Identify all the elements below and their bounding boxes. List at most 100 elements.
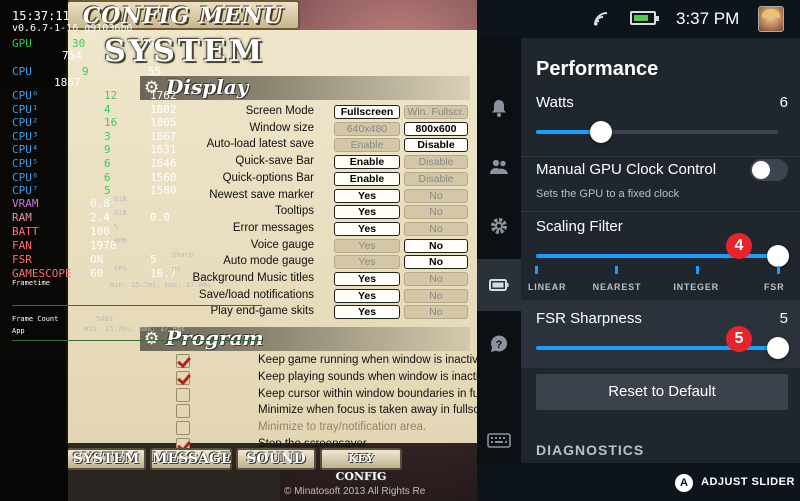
option-label: Window size <box>249 121 314 134</box>
display-option-row: Screen Mode Fullscreen Win. Fullscr. <box>160 104 477 120</box>
option-label: Quick-options Bar <box>222 171 314 184</box>
checkbox[interactable] <box>176 370 190 385</box>
option-button[interactable]: Disable <box>404 171 468 186</box>
option-button[interactable]: Yes <box>334 221 400 236</box>
option-button[interactable]: Fullscreen <box>334 105 400 119</box>
display-option-row: Tooltips Yes No <box>160 204 477 220</box>
checkbox[interactable] <box>176 354 190 368</box>
option-button[interactable]: 640x480 <box>334 121 400 136</box>
fsr-sharpness-knob[interactable] <box>767 337 789 359</box>
display-option-row: Background Music titles Yes No <box>160 271 477 287</box>
option-button[interactable]: No <box>404 238 468 253</box>
option-button[interactable]: 800x600 <box>404 121 468 136</box>
tab-key-config[interactable]: KEY CONFIG <box>320 448 402 483</box>
status-bar: 3:37 PM <box>477 0 800 38</box>
checkbox[interactable] <box>176 387 190 402</box>
gpu-clock-toggle[interactable] <box>750 159 788 181</box>
option-label: Auto mode gauge <box>223 255 314 268</box>
wifi-icon <box>594 12 608 26</box>
option-label: Tooltips <box>275 205 314 218</box>
rail-keyboard[interactable] <box>477 416 521 464</box>
tab-sound[interactable]: SOUND <box>236 448 316 470</box>
program-option-row: Keep cursor within window boundaries in … <box>176 387 477 404</box>
option-button[interactable]: Disable <box>404 138 468 153</box>
battery-level <box>634 15 649 21</box>
scaling-notch-tick <box>534 266 538 274</box>
option-button[interactable]: Yes <box>334 288 400 303</box>
watts-slider-knob[interactable] <box>590 121 613 143</box>
tab-system[interactable]: SYSTEM <box>66 448 146 470</box>
config-tab-bar: SYSTEM MESSAGE SOUND KEY CONFIG <box>66 448 406 483</box>
display-option-row: Play end-game skits Yes No <box>160 304 477 320</box>
option-label: Newest save marker <box>209 188 314 201</box>
scaling-filter-label: Scaling Filter <box>536 218 623 235</box>
option-button[interactable]: Yes <box>334 255 400 270</box>
fsr-sharpness-value: 5 <box>779 310 788 327</box>
rail-notifications[interactable] <box>477 82 521 134</box>
option-button[interactable]: No <box>404 188 468 203</box>
gear-icon: ⚙ <box>144 78 160 98</box>
bell-icon <box>492 100 506 117</box>
page-title: Performance <box>536 58 659 80</box>
watts-label: Watts <box>536 94 574 111</box>
option-button[interactable]: No <box>404 255 468 270</box>
diagnostics-header[interactable]: DIAGNOSTICS <box>536 442 644 458</box>
option-label: Save/load notifications <box>198 288 314 301</box>
tab-message[interactable]: MESSAGE <box>150 448 232 470</box>
footer-hints: A ADJUST SLIDER <box>477 463 800 501</box>
system-title: SYSTEM <box>104 34 266 69</box>
scaling-notch-label: LINEAR <box>528 282 567 292</box>
display-option-row: Newest save marker Yes No <box>160 188 477 204</box>
option-button[interactable]: Disable <box>404 155 468 170</box>
option-button[interactable]: No <box>404 305 468 320</box>
display-option-row: Window size 640x480 800x600 <box>160 121 477 137</box>
checkbox[interactable] <box>176 421 190 436</box>
display-section-title: Display <box>166 75 249 99</box>
config-menu-title: CONFIG MENU <box>66 0 300 30</box>
help-icon: ? <box>491 335 508 352</box>
fsr-sharpness-row: FSR Sharpness 5 5 <box>521 300 800 368</box>
option-button[interactable]: Yes <box>334 238 400 253</box>
reset-to-default-button[interactable]: Reset to Default <box>536 374 788 410</box>
scaling-notch-tick <box>695 266 699 274</box>
checkbox[interactable] <box>176 404 190 419</box>
option-button[interactable]: Enable <box>334 155 400 170</box>
option-button[interactable]: No <box>404 205 468 220</box>
battery-icon <box>630 11 659 25</box>
scaling-filter-knob[interactable] <box>767 245 789 267</box>
option-button[interactable]: Win. Fullscr. <box>404 105 468 119</box>
gpu-clock-label: Manual GPU Clock Control <box>536 161 717 178</box>
option-button[interactable]: Yes <box>334 272 400 286</box>
option-button[interactable]: Yes <box>334 305 400 320</box>
rail-performance[interactable] <box>477 259 521 311</box>
program-option-row: Minimize when focus is taken away in ful… <box>176 403 477 420</box>
rail-settings[interactable] <box>477 200 521 252</box>
option-button[interactable]: Enable <box>334 138 400 153</box>
option-button[interactable]: No <box>404 288 468 303</box>
step-badge-5: 5 <box>726 326 752 352</box>
divider <box>521 156 800 157</box>
display-option-row: Voice gauge Yes No <box>160 238 477 254</box>
rail-friends[interactable] <box>477 141 521 193</box>
battery-icon <box>489 279 509 291</box>
scaling-notch-tick <box>615 266 619 274</box>
option-button[interactable]: Yes <box>334 188 400 203</box>
a-button-icon: A <box>675 474 693 492</box>
option-button[interactable]: No <box>404 221 468 236</box>
option-button[interactable]: Yes <box>334 205 400 220</box>
option-button[interactable]: No <box>404 272 468 286</box>
watts-value: 6 <box>779 94 788 111</box>
watts-slider[interactable] <box>536 121 778 143</box>
display-option-row: Quick-options Bar Enable Disable <box>160 171 477 187</box>
avatar[interactable] <box>758 6 784 32</box>
program-option-label: Minimize to tray/notification area. <box>258 421 427 434</box>
option-button[interactable]: Enable <box>334 171 400 186</box>
rail-help[interactable]: ? <box>477 318 521 370</box>
scaling-notch-tick <box>776 266 780 274</box>
toggle-knob <box>752 161 770 179</box>
divider <box>521 211 800 212</box>
program-option-label: Keep playing sounds when window is inact… <box>258 370 477 383</box>
display-section-header: ⚙ Display <box>140 75 470 100</box>
gpu-clock-description: Sets the GPU to a fixed clock <box>536 188 680 200</box>
keyboard-icon <box>487 433 511 448</box>
